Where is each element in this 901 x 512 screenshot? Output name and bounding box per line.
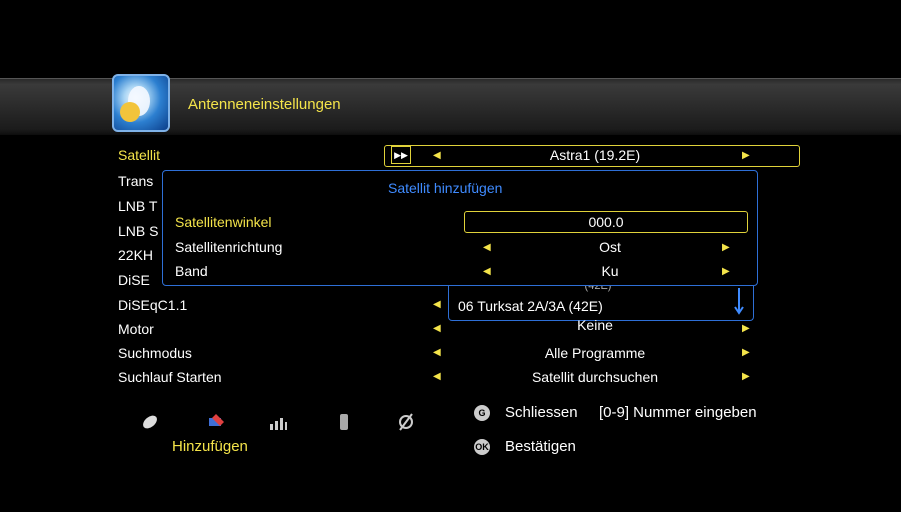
right-arrow-icon[interactable]: ▶ — [722, 266, 730, 277]
right-arrow-icon[interactable]: ▶ — [722, 242, 730, 253]
help-close: Schliessen — [505, 404, 578, 421]
satellitenwinkel-label: Satellitenwinkel — [175, 214, 272, 230]
left-arrow-icon[interactable]: ◀ — [433, 323, 441, 334]
help-confirm: Bestätigen — [505, 438, 576, 455]
satellitenwinkel-input[interactable]: 000.0 — [464, 211, 748, 233]
menu-item-diseqc[interactable]: DiSE — [118, 272, 150, 288]
help-number: [0-9] Nummer eingeben — [599, 404, 757, 421]
suchmodus-value: Alle Programme — [544, 345, 646, 361]
delete-icon[interactable] — [334, 412, 354, 432]
close-key-icon: G — [474, 405, 490, 421]
suchlauf-value: Satellit durchsuchen — [531, 369, 659, 385]
dialog-title: Satellit hinzufügen — [388, 180, 503, 196]
fast-forward-icon[interactable]: ▶▶ — [391, 146, 411, 164]
right-arrow-icon[interactable]: ▶ — [742, 150, 750, 161]
satellite-value: Astra1 (19.2E) — [549, 147, 641, 163]
scroll-down-icon[interactable] — [733, 288, 745, 316]
left-arrow-icon[interactable]: ◀ — [433, 347, 441, 358]
menu-item-satellit[interactable]: Satellit — [118, 147, 160, 163]
menu-item-suchlauf-starten[interactable]: Suchlauf Starten — [118, 369, 222, 385]
signal-icon[interactable] — [268, 412, 288, 432]
left-arrow-icon[interactable]: ◀ — [483, 242, 491, 253]
menu-item-suchmodus[interactable]: Suchmodus — [118, 345, 192, 361]
ok-key-icon: OK — [474, 439, 490, 455]
satellite-list-item[interactable]: 06 Turksat 2A/3A (42E) — [458, 298, 603, 314]
edit-icon[interactable] — [206, 412, 226, 432]
left-arrow-icon[interactable]: ◀ — [433, 371, 441, 382]
right-arrow-icon[interactable]: ▶ — [742, 371, 750, 382]
right-arrow-icon[interactable]: ▶ — [742, 323, 750, 334]
satellite-logo-icon — [112, 74, 170, 132]
left-arrow-icon[interactable]: ◀ — [433, 299, 441, 310]
left-arrow-icon[interactable]: ◀ — [433, 150, 441, 161]
menu-item-motor[interactable]: Motor — [118, 321, 154, 337]
band-label: Band — [175, 263, 208, 279]
menu-item-22khz[interactable]: 22KH — [118, 247, 153, 263]
disable-icon[interactable] — [396, 412, 416, 432]
menu-item-transponder[interactable]: Trans — [118, 173, 153, 189]
satellitenrichtung-label: Satellitenrichtung — [175, 239, 283, 255]
page-title: Antenneneinstellungen — [188, 96, 341, 113]
menu-item-diseqc11[interactable]: DiSEqC1.1 — [118, 297, 187, 313]
left-arrow-icon[interactable]: ◀ — [483, 266, 491, 277]
band-value[interactable]: Ku — [560, 263, 660, 279]
satellitenrichtung-value[interactable]: Ost — [560, 239, 660, 255]
motor-value: Keine — [577, 317, 613, 333]
right-arrow-icon[interactable]: ▶ — [742, 347, 750, 358]
menu-item-lnb-stromversorgung[interactable]: LNB S — [118, 223, 158, 239]
satellite-dish-icon[interactable] — [140, 412, 160, 432]
hinzufuegen-label[interactable]: Hinzufügen — [172, 438, 248, 455]
menu-item-lnb-typ[interactable]: LNB T — [118, 198, 157, 214]
